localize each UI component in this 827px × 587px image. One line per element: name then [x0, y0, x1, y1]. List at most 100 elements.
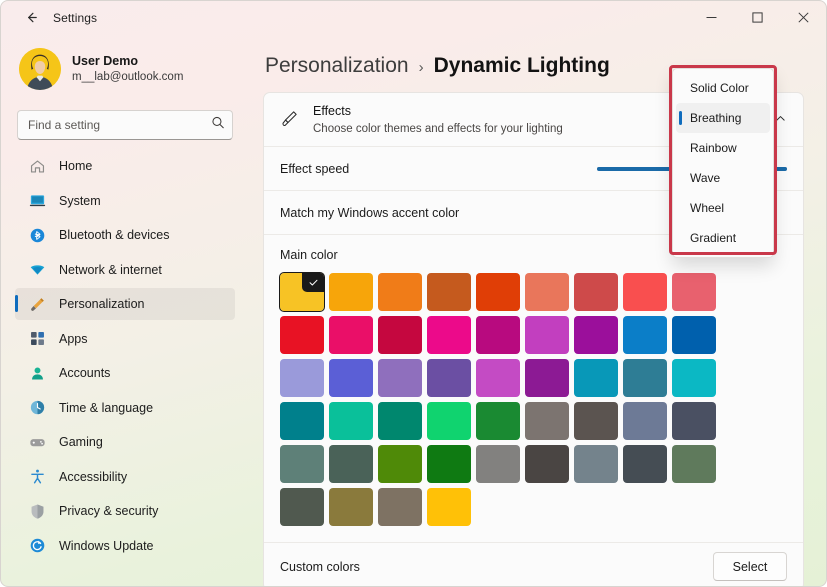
- sidebar-item-apps[interactable]: Apps: [15, 323, 235, 355]
- color-swatch[interactable]: [476, 316, 520, 355]
- color-swatch[interactable]: [476, 445, 520, 484]
- back-arrow-icon: [24, 10, 39, 25]
- sidebar-item-accessibility[interactable]: Accessibility: [15, 461, 235, 493]
- effects-controls: [774, 112, 787, 128]
- match-accent-label: Match my Windows accent color: [280, 205, 460, 220]
- color-swatch[interactable]: [476, 359, 520, 398]
- close-icon: [797, 12, 809, 23]
- color-swatch[interactable]: [574, 445, 618, 484]
- select-button[interactable]: Select: [713, 552, 787, 582]
- color-swatch[interactable]: [476, 273, 520, 312]
- color-swatch[interactable]: [525, 316, 569, 355]
- color-swatch[interactable]: [329, 402, 373, 441]
- color-swatch[interactable]: [525, 402, 569, 441]
- color-swatch[interactable]: [672, 445, 716, 484]
- color-swatch[interactable]: [378, 445, 422, 484]
- color-swatch[interactable]: [574, 273, 618, 312]
- color-swatch[interactable]: [623, 402, 667, 441]
- avatar: [19, 48, 61, 90]
- color-swatch[interactable]: [672, 359, 716, 398]
- sidebar-item-home[interactable]: Home: [15, 150, 235, 182]
- color-swatch[interactable]: [476, 402, 520, 441]
- color-swatch[interactable]: [280, 445, 324, 484]
- color-swatch[interactable]: [280, 488, 324, 527]
- color-swatch[interactable]: [279, 272, 325, 313]
- color-swatch[interactable]: [623, 359, 667, 398]
- effects-subtitle: Choose color themes and effects for your…: [313, 122, 563, 135]
- color-swatch[interactable]: [623, 273, 667, 312]
- color-swatch[interactable]: [378, 488, 422, 527]
- sidebar-item-label: System: [59, 193, 101, 208]
- color-swatch[interactable]: [329, 488, 373, 527]
- sidebar-item-windows-update[interactable]: Windows Update: [15, 530, 235, 562]
- color-swatch[interactable]: [329, 273, 373, 312]
- color-swatch[interactable]: [427, 445, 471, 484]
- color-swatch[interactable]: [329, 359, 373, 398]
- color-swatch[interactable]: [574, 359, 618, 398]
- color-swatch[interactable]: [574, 316, 618, 355]
- color-swatch[interactable]: [378, 359, 422, 398]
- sidebar-item-system[interactable]: System: [15, 185, 235, 217]
- search-container: [17, 110, 233, 140]
- account-text: User Demo m__lab@outlook.com: [72, 53, 183, 85]
- gamepad-icon: [29, 434, 46, 451]
- minimize-button[interactable]: [688, 1, 734, 34]
- sidebar-item-time-language[interactable]: Time & language: [15, 392, 235, 424]
- close-button[interactable]: [780, 1, 826, 34]
- color-swatch[interactable]: [672, 316, 716, 355]
- color-swatch[interactable]: [427, 273, 471, 312]
- chevron-up-icon[interactable]: [774, 112, 787, 128]
- sidebar-item-network[interactable]: Network & internet: [15, 254, 235, 286]
- search-input[interactable]: [17, 110, 233, 140]
- color-swatch[interactable]: [427, 359, 471, 398]
- breadcrumb-parent[interactable]: Personalization: [265, 54, 409, 78]
- effects-dropdown-menu[interactable]: Solid Color Breathing Rainbow Wave Wheel Grad…: [672, 68, 774, 258]
- sidebar-item-bluetooth[interactable]: Bluetooth & devices: [15, 219, 235, 251]
- account-tile[interactable]: User Demo m__lab@outlook.com: [13, 34, 237, 98]
- color-swatch-grid: [279, 272, 787, 527]
- checkmark-icon: [302, 273, 324, 293]
- dropdown-item[interactable]: Wave: [676, 163, 770, 193]
- color-swatch[interactable]: [280, 359, 324, 398]
- dropdown-item[interactable]: Solid Color: [676, 73, 770, 103]
- account-name: User Demo: [72, 53, 138, 68]
- sidebar-nav: Home System Bluetooth & devices Network …: [13, 150, 237, 562]
- color-swatch[interactable]: [525, 445, 569, 484]
- color-swatch[interactable]: [574, 402, 618, 441]
- shield-icon: [29, 503, 46, 520]
- home-icon: [29, 158, 46, 175]
- sidebar-item-accounts[interactable]: Accounts: [15, 357, 235, 389]
- color-swatch[interactable]: [672, 402, 716, 441]
- color-swatch[interactable]: [329, 445, 373, 484]
- color-swatch[interactable]: [427, 488, 471, 527]
- dropdown-item[interactable]: Gradient: [676, 223, 770, 253]
- color-swatch[interactable]: [623, 316, 667, 355]
- color-swatch[interactable]: [623, 445, 667, 484]
- dropdown-item[interactable]: Breathing: [676, 103, 770, 133]
- sidebar-item-label: Personalization: [59, 297, 145, 311]
- color-swatch[interactable]: [280, 402, 324, 441]
- color-swatch[interactable]: [525, 273, 569, 312]
- maximize-button[interactable]: [734, 1, 780, 34]
- sidebar-item-gaming[interactable]: Gaming: [15, 426, 235, 458]
- system-icon: [29, 192, 46, 209]
- color-swatch[interactable]: [378, 316, 422, 355]
- color-swatch[interactable]: [280, 316, 324, 355]
- brush-icon: [280, 109, 300, 131]
- breadcrumb-separator-icon: ›: [418, 59, 424, 76]
- back-button[interactable]: [15, 3, 47, 33]
- color-swatch[interactable]: [427, 316, 471, 355]
- account-icon: [29, 365, 46, 382]
- color-swatch[interactable]: [672, 273, 716, 312]
- color-swatch[interactable]: [378, 402, 422, 441]
- dropdown-item[interactable]: Wheel: [676, 193, 770, 223]
- sidebar-item-personalization[interactable]: Personalization: [15, 288, 235, 320]
- color-swatch[interactable]: [378, 273, 422, 312]
- account-email: m__lab@outlook.com: [72, 70, 184, 83]
- color-swatch[interactable]: [525, 359, 569, 398]
- dropdown-item[interactable]: Rainbow: [676, 133, 770, 163]
- sidebar-item-privacy-security[interactable]: Privacy & security: [15, 495, 235, 527]
- sidebar-item-label: Windows Update: [59, 538, 154, 553]
- color-swatch[interactable]: [427, 402, 471, 441]
- color-swatch[interactable]: [329, 316, 373, 355]
